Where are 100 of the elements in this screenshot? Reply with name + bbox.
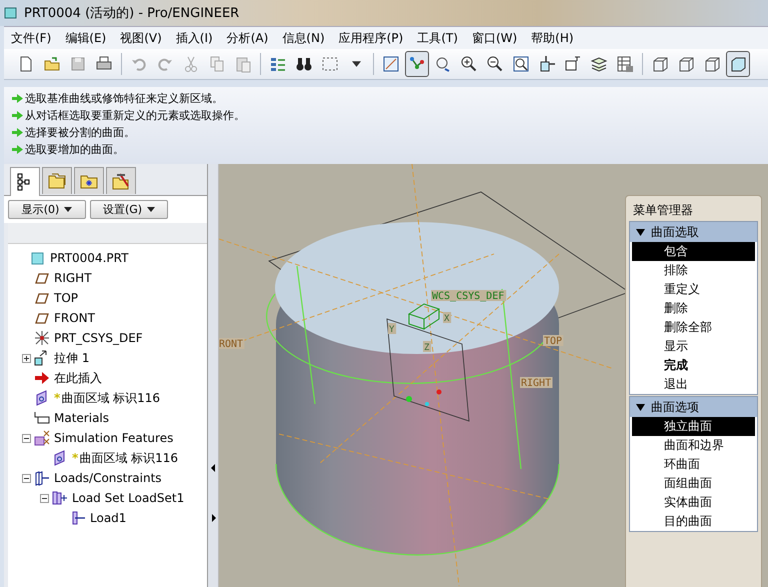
panel-title: 菜单管理器 <box>632 202 694 218</box>
viewport-label: Y <box>388 323 396 335</box>
menu-item[interactable]: 窗口(W) <box>464 30 524 46</box>
show-dropdown[interactable]: 显示(0) <box>8 200 86 219</box>
table-icon <box>616 55 634 73</box>
tree-item[interactable]: 拉伸 1 <box>54 350 90 366</box>
message-text: 选取要增加的曲面。 <box>25 142 124 157</box>
tree-item[interactable]: TOP <box>54 291 78 305</box>
menu-option[interactable]: 完成 <box>632 356 755 375</box>
section-header[interactable]: 曲面选取 <box>630 222 757 242</box>
simulation-icon <box>34 430 50 446</box>
tree-item[interactable]: Materials <box>54 411 110 425</box>
menu-option[interactable]: 环曲面 <box>632 455 755 474</box>
tree-tab[interactable] <box>10 167 40 196</box>
menu-item[interactable]: 插入(I) <box>168 30 220 46</box>
open-folder-icon <box>43 55 61 73</box>
tree-item[interactable]: 曲面区域 标识116 <box>61 390 160 406</box>
section-header[interactable]: 曲面选项 <box>630 397 757 417</box>
tools-tab[interactable] <box>106 167 136 194</box>
folders-icon <box>47 171 67 191</box>
tree-item[interactable]: Loads/Constraints <box>54 471 162 485</box>
viewport-label: RONT <box>219 338 244 350</box>
shaded-cube-button[interactable] <box>726 51 750 77</box>
paste-icon <box>234 55 252 73</box>
triangle-icon <box>636 404 645 410</box>
menu-option[interactable]: 排除 <box>632 261 755 280</box>
arrow-icon <box>34 370 50 386</box>
zoom-out-icon <box>486 55 504 73</box>
load-icon <box>34 470 50 486</box>
collapse-icon[interactable] <box>22 474 31 482</box>
menu-item[interactable]: 分析(A) <box>220 30 276 46</box>
expand-icon[interactable] <box>22 354 31 362</box>
menu-option[interactable]: 退出 <box>632 375 755 394</box>
menu-option[interactable]: 实体曲面 <box>632 493 755 512</box>
viewport-label: WCS_CSYS_DEF <box>431 290 506 302</box>
collapse-icon[interactable] <box>40 494 49 502</box>
plain-cube-icon <box>703 55 721 73</box>
menu-option[interactable]: 重定义 <box>632 280 755 299</box>
tree-item[interactable]: Load Set LoadSet1 <box>72 491 184 505</box>
tag-icon <box>34 410 50 426</box>
favorites-tab[interactable] <box>74 167 104 194</box>
text-box-icon <box>564 55 582 73</box>
arrow-icon <box>12 127 23 138</box>
caret-icon <box>64 207 72 212</box>
menu-option[interactable]: 包含 <box>632 242 755 261</box>
menu-option[interactable]: 目的曲面 <box>632 512 755 531</box>
collapse-left-icon[interactable] <box>211 464 216 472</box>
menu-item[interactable]: 帮助(H) <box>524 30 581 46</box>
arrow-icon <box>12 144 23 155</box>
folder-tab[interactable] <box>42 167 72 194</box>
message-text: 从对话框选取要重新定义的元素或选取操作。 <box>25 108 245 123</box>
collapse-icon[interactable] <box>22 434 31 442</box>
save-icon <box>69 55 87 73</box>
message-text: 选择要被分割的曲面。 <box>25 125 135 140</box>
menu-item[interactable]: 编辑(E) <box>58 30 114 46</box>
tree-item[interactable]: 在此插入 <box>54 370 102 386</box>
menu-option[interactable]: 独立曲面 <box>632 417 755 436</box>
menu-item[interactable]: 文件(F) <box>4 30 58 46</box>
load-set-icon <box>52 490 68 506</box>
binoculars-icon <box>295 55 313 73</box>
menu-option[interactable]: 删除 <box>632 299 755 318</box>
marker: * <box>54 391 60 405</box>
viewport-label: X <box>443 312 452 324</box>
cut-icon <box>182 55 200 73</box>
cube-icon <box>30 250 46 266</box>
menu-option[interactable]: 显示 <box>632 337 755 356</box>
caret-icon <box>147 207 156 212</box>
hidden-line-cube-icon <box>677 55 695 73</box>
tree-item[interactable]: PRT_CSYS_DEF <box>54 331 143 345</box>
menu-option[interactable]: 曲面和边界 <box>632 436 755 455</box>
viewport-label: TOP <box>543 335 564 347</box>
viewport-label: Z <box>423 341 432 353</box>
menu-item[interactable]: 工具(T) <box>410 30 465 46</box>
tree-item[interactable]: 曲面区域 标识116 <box>79 450 178 466</box>
node-button[interactable] <box>405 51 429 77</box>
tree-item[interactable]: Load1 <box>90 511 126 525</box>
tree-item[interactable]: PRT0004.PRT <box>50 251 128 265</box>
folder-hammer-icon <box>111 171 131 191</box>
menu-option[interactable]: 删除全部 <box>632 318 755 337</box>
app-icon <box>4 6 18 20</box>
cube-arrow-icon <box>538 55 556 73</box>
tree-item[interactable]: FRONT <box>54 311 95 325</box>
menu-item[interactable]: 应用程序(P) <box>332 30 410 46</box>
datum-display-icon <box>382 55 400 73</box>
menu-option[interactable]: 面组曲面 <box>632 474 755 493</box>
message-text: 选取基准曲线或修饰特征来定义新区域。 <box>25 91 223 106</box>
shaded-cube-icon <box>729 55 747 73</box>
zoom-in-icon <box>460 55 478 73</box>
tree-item[interactable]: Simulation Features <box>54 431 174 445</box>
menu-item[interactable]: 信息(N) <box>275 30 332 46</box>
triangle-icon <box>636 228 645 236</box>
expand-right-icon[interactable] <box>211 514 216 522</box>
caret-icon <box>352 61 360 67</box>
wireframe-cube-icon <box>651 55 669 73</box>
arrow-icon <box>12 93 23 104</box>
settings-dropdown[interactable]: 设置(G) <box>90 200 168 219</box>
tree-item[interactable]: RIGHT <box>54 271 92 285</box>
menu-item[interactable]: 视图(V) <box>113 30 169 46</box>
window-title: PRT0004 (活动的) - Pro/ENGINEER <box>24 5 240 22</box>
viewport-label: RIGHT <box>520 377 552 389</box>
